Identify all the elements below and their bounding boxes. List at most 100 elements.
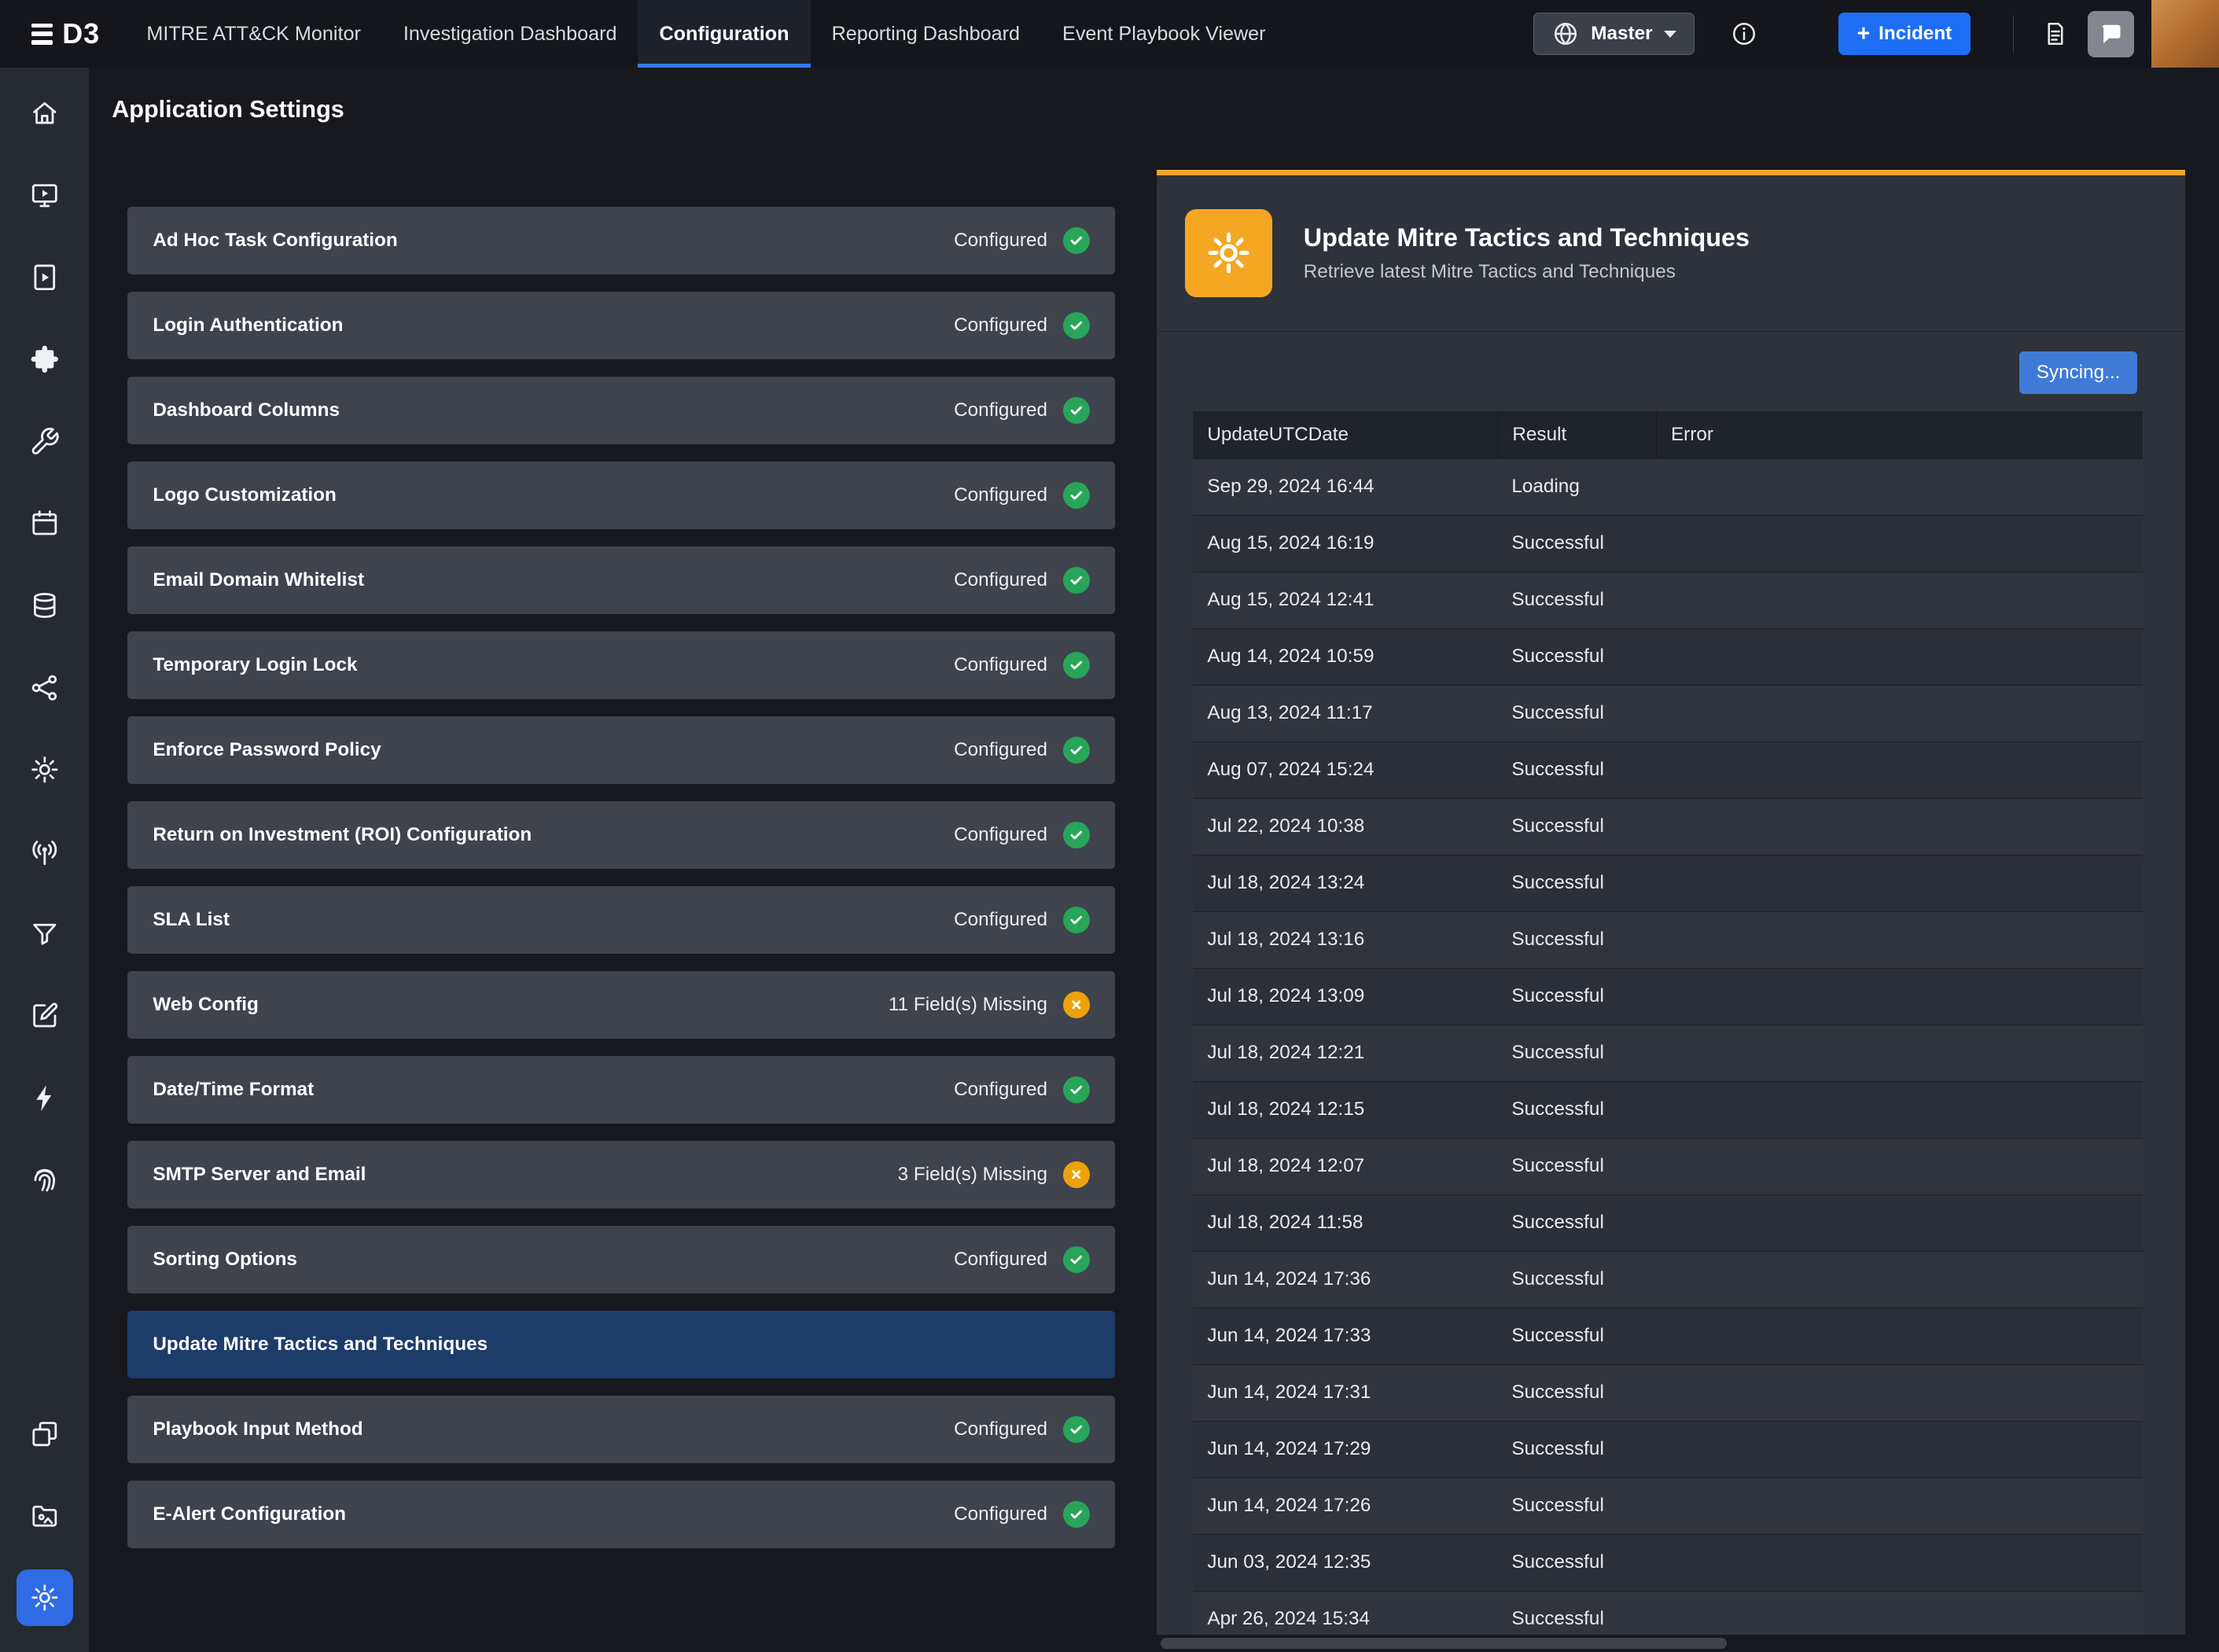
config-list-item[interactable]: SMTP Server and Email 3 Field(s) Missing [127,1141,1115,1209]
config-item-status: Configured [954,1501,1090,1528]
log-date-cell: Jul 18, 2024 12:07 [1193,1155,1497,1177]
nav-tab[interactable]: MITRE ATT&CK Monitor [125,0,381,68]
body-area: Application Settings Ad Hoc Task Configu… [0,68,2219,1651]
config-item-label: SLA List [153,909,230,931]
configured-check-icon [1063,482,1090,509]
configured-check-icon [1063,567,1090,594]
column-header-error[interactable]: Error [1656,411,2143,459]
filter-icon[interactable] [0,906,89,962]
log-result-cell: Successful [1497,1155,1656,1177]
config-status-text: Configured [954,824,1047,846]
nav-tab[interactable]: Reporting Dashboard [811,0,1041,68]
playbook-icon[interactable] [0,249,89,306]
config-item-status: 3 Field(s) Missing [898,1161,1090,1188]
log-date-cell: Jun 14, 2024 17:33 [1193,1325,1497,1347]
info-button[interactable] [1720,10,1768,58]
chat-button[interactable] [2088,11,2134,57]
config-list-item[interactable]: SLA List Configured [127,886,1115,954]
log-result-cell: Successful [1497,1042,1656,1064]
nav-tab[interactable]: Investigation Dashboard [382,0,638,68]
config-item-status: Configured [954,1246,1090,1273]
link-analysis-icon[interactable] [0,660,89,716]
log-date-cell: Jul 18, 2024 13:09 [1193,985,1497,1007]
config-list-item[interactable]: Return on Investment (ROI) Configuration… [127,801,1115,869]
config-list-item[interactable]: Temporary Login Lock Configured [127,631,1115,699]
configured-check-icon [1063,1501,1090,1528]
config-list-item[interactable]: Dashboard Columns Configured [127,377,1115,444]
fingerprint-icon[interactable] [0,1152,89,1209]
top-navigation: D3 MITRE ATT&CK Monitor Investigation Da… [0,0,2219,68]
config-list-item[interactable]: Sorting Options Configured [127,1226,1115,1293]
config-list-item[interactable]: Logo Customization Configured [127,462,1115,529]
d3-logo[interactable]: D3 [0,17,125,50]
configured-check-icon [1063,652,1090,679]
integrations-icon[interactable] [0,331,89,388]
config-item-label: Update Mitre Tactics and Techniques [153,1334,488,1356]
log-row: Apr 26, 2024 15:34 Successful [1193,1591,2143,1635]
log-row: Jul 18, 2024 13:16 Successful [1193,912,2143,969]
utilities-icon[interactable] [0,414,89,470]
log-date-cell: Aug 14, 2024 10:59 [1193,646,1497,668]
log-date-cell: Apr 26, 2024 15:34 [1193,1608,1497,1630]
log-date-cell: Aug 07, 2024 15:24 [1193,759,1497,781]
config-list-item[interactable]: Date/Time Format Configured [127,1056,1115,1124]
log-result-cell: Successful [1497,1438,1656,1460]
new-incident-button[interactable]: + Incident [1838,13,1971,55]
sync-button[interactable]: Syncing... [2019,351,2137,394]
site-selector-dropdown[interactable]: Master [1533,13,1694,55]
app-root: D3 MITRE ATT&CK Monitor Investigation Da… [0,0,2219,1652]
configured-check-icon [1063,822,1090,848]
config-list-item[interactable]: Login Authentication Configured [127,292,1115,359]
nav-tab[interactable]: Configuration [638,0,810,68]
missing-fields-x-icon [1063,992,1090,1018]
log-result-cell: Successful [1497,1608,1656,1630]
config-item-label: Sorting Options [153,1249,297,1271]
config-item-status: Configured [954,227,1090,254]
horizontal-scrollbar[interactable] [1157,1635,2186,1652]
column-header-result[interactable]: Result [1497,411,1656,459]
detail-panel-titles: Update Mitre Tactics and Techniques Retr… [1304,223,1750,283]
home-icon[interactable] [0,85,89,142]
config-list-item[interactable]: Update Mitre Tactics and Techniques [127,1311,1115,1378]
log-result-cell: Successful [1497,589,1656,611]
config-list-item[interactable]: Email Domain Whitelist Configured [127,546,1115,614]
config-list-item[interactable]: Enforce Password Policy Configured [127,716,1115,784]
media-library-icon[interactable] [0,1488,89,1544]
horizontal-scrollbar-thumb[interactable] [1161,1638,1727,1649]
settings-icon[interactable] [0,1569,89,1626]
form-editor-icon[interactable] [0,988,89,1044]
log-result-cell: Successful [1497,532,1656,554]
document-icon [2041,20,2070,48]
log-row: Jun 03, 2024 12:35 Successful [1193,1535,2143,1591]
log-row: Jun 14, 2024 17:26 Successful [1193,1478,2143,1535]
log-result-cell: Successful [1497,872,1656,894]
nav-tab[interactable]: Event Playbook Viewer [1041,0,1287,68]
config-item-status: Configured [954,1416,1090,1443]
log-row: Jul 22, 2024 10:38 Successful [1193,799,2143,855]
config-item-status: Configured [954,1076,1090,1103]
settings-active-indicator [17,1569,73,1626]
config-list-item[interactable]: Ad Hoc Task Configuration Configured [127,207,1115,274]
event-monitor-icon[interactable] [0,167,89,223]
config-status-text: Configured [954,569,1047,591]
schedule-icon[interactable] [0,495,89,552]
config-list-item[interactable]: Playbook Input Method Configured [127,1396,1115,1463]
log-date-cell: Aug 13, 2024 11:17 [1193,702,1497,724]
user-avatar[interactable] [2151,0,2219,68]
configured-check-icon [1063,907,1090,933]
documents-icon[interactable] [0,1405,89,1462]
api-icon[interactable] [0,741,89,798]
config-list-item[interactable]: Web Config 11 Field(s) Missing [127,971,1115,1039]
table-rows: Sep 29, 2024 16:44 Loading Aug 15, 2024 … [1193,459,2143,1635]
log-result-cell: Successful [1497,1325,1656,1347]
column-header-updateutcdate[interactable]: UpdateUTCDate [1193,411,1497,459]
configured-check-icon [1063,1076,1090,1103]
log-date-cell: Jul 18, 2024 13:24 [1193,872,1497,894]
automation-icon[interactable] [0,1070,89,1127]
data-management-icon[interactable] [0,577,89,634]
config-list-item[interactable]: E-Alert Configuration Configured [127,1481,1115,1548]
config-item-label: Ad Hoc Task Configuration [153,230,397,252]
broadcast-icon[interactable] [0,824,89,881]
config-status-text: Configured [954,1503,1047,1525]
release-notes-button[interactable] [2031,10,2079,58]
